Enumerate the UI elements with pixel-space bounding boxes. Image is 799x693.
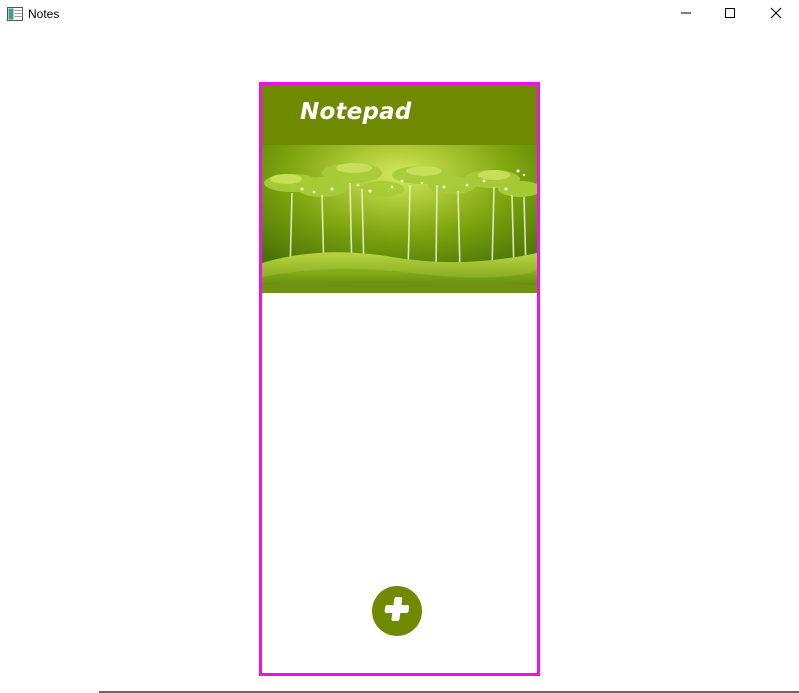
- maximize-icon: [724, 6, 736, 24]
- maximize-button[interactable]: [707, 0, 753, 29]
- close-button[interactable]: [753, 0, 799, 29]
- minimize-button[interactable]: [663, 0, 709, 29]
- app-header: Notepad: [262, 85, 537, 145]
- forest-banner-image: [262, 145, 542, 293]
- plus-icon: [382, 594, 412, 629]
- app-title: Notepad: [300, 99, 412, 125]
- window-title: Notes: [28, 7, 60, 21]
- minimize-icon: [680, 6, 692, 24]
- add-note-button[interactable]: [372, 586, 422, 636]
- close-icon: [770, 6, 782, 24]
- app-frame: Notepad: [259, 82, 542, 676]
- app-icon: [7, 7, 23, 21]
- window-titlebar: Notes: [0, 0, 799, 30]
